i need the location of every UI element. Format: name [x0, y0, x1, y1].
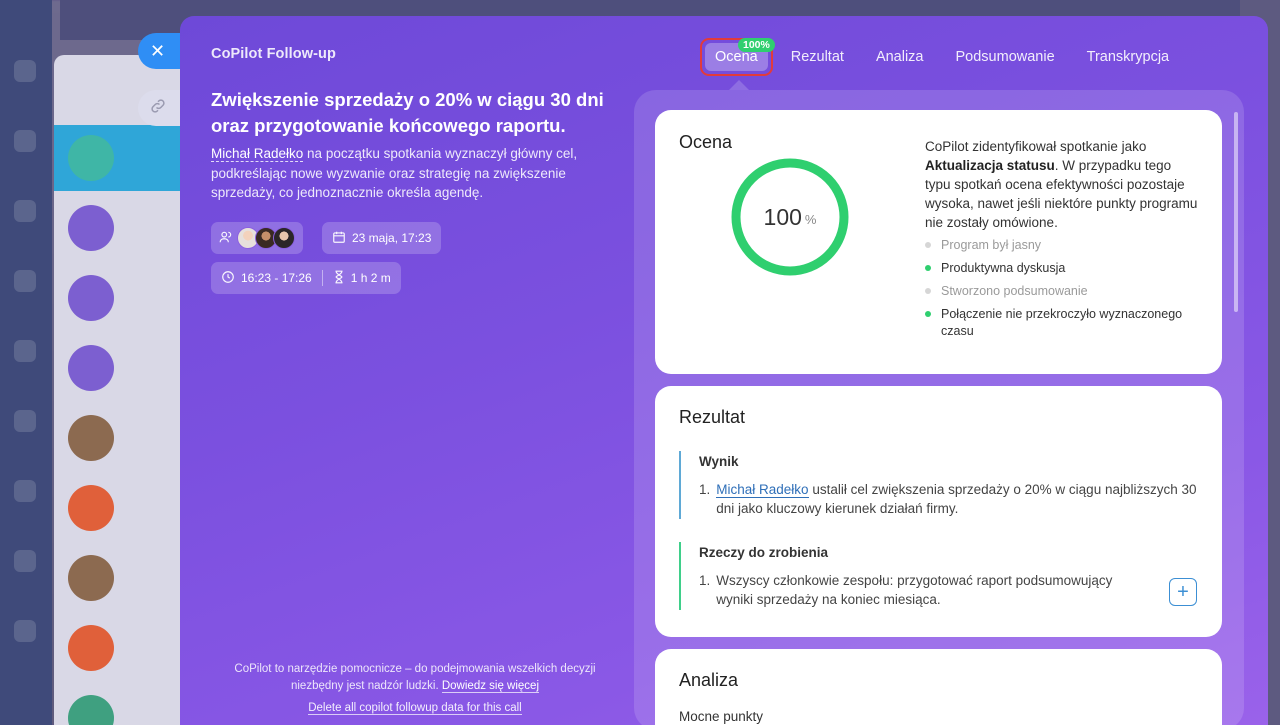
participants-chip[interactable] — [211, 222, 303, 254]
hourglass-icon — [333, 270, 345, 287]
avatar — [273, 227, 295, 249]
analiza-card: Analiza Mocne punkty — [655, 649, 1222, 725]
meeting-title: Zwiększenie sprzedaży o 20% w ciągu 30 d… — [211, 89, 604, 136]
criterion-item: Produktywna dyskusja — [925, 260, 1205, 277]
meeting-duration: 1 h 2 m — [350, 271, 391, 285]
date-chip: 23 maja, 17:23 — [322, 222, 442, 254]
scrollbar-thumb[interactable] — [1234, 112, 1238, 312]
person-link[interactable]: Michał Radełko — [716, 482, 809, 498]
tab-rezultat[interactable]: Rezultat — [775, 41, 860, 73]
active-tab-highlight: 100% Ocena — [700, 38, 775, 76]
close-button[interactable]: ✕ — [138, 33, 180, 69]
ocena-title: Ocena — [679, 132, 733, 152]
meeting-date: 23 maja, 17:23 — [352, 231, 432, 245]
rezultat-title: Rezultat — [679, 407, 746, 427]
criterion-item: Stworzono podsumowanie — [925, 283, 1205, 300]
criterion-item: Program był jasny — [925, 237, 1205, 254]
time-chip: 16:23 - 17:26 1 h 2 m — [211, 262, 401, 294]
analiza-subtitle: Mocne punkty — [679, 709, 764, 724]
wynik-section: Wynik 1. Michał Radełko ustalił cel zwię… — [679, 451, 1199, 519]
tab-podsumowanie[interactable]: Podsumowanie — [940, 41, 1071, 73]
clock-icon — [221, 270, 235, 287]
score-value: 100 % — [763, 203, 817, 230]
background-chat-list — [54, 55, 184, 725]
background-sidebar — [0, 0, 52, 725]
criteria-list: Program był jasny Produktywna dyskusja Stw… — [925, 237, 1205, 346]
tab-pointer — [729, 80, 749, 90]
wynik-title: Wynik — [699, 454, 739, 469]
meeting-time-range: 16:23 - 17:26 — [241, 271, 312, 285]
panel-title: CoPilot Follow-up — [211, 46, 336, 62]
rezultat-card: Rezultat Wynik 1. Michał Radełko ustalił… — [655, 386, 1222, 637]
link-icon — [149, 97, 167, 120]
criterion-unmet-dot — [925, 242, 931, 248]
analiza-title: Analiza — [679, 670, 739, 690]
disclaimer-note: CoPilot to narzędzie pomocnicze – do pod… — [234, 663, 596, 693]
criterion-met-dot — [925, 311, 931, 317]
copilot-followup-panel: CoPilot Follow-up Zwiększenie sprzedaży … — [180, 16, 1268, 725]
delete-data-link[interactable]: Delete all copilot followup data for thi… — [308, 702, 522, 715]
participant-avatars — [237, 227, 295, 249]
ocena-explanation: CoPilot zidentyfikował spotkanie jako Ak… — [925, 139, 1198, 230]
add-task-button[interactable]: + — [1169, 578, 1197, 606]
todo-item: 1. Wszyscy członkowie zespołu: przygotow… — [699, 573, 1113, 607]
ocena-card: Ocena 100 % CoPilot zidentyfikował spotk… — [655, 110, 1222, 374]
score-badge: 100% — [738, 38, 775, 52]
copy-link-button[interactable] — [138, 90, 180, 126]
participants-icon — [219, 230, 233, 247]
wynik-item: 1. Michał Radełko ustalił cel zwiększeni… — [699, 482, 1197, 516]
meeting-description: Michał Radełko na początku spotkania wyz… — [211, 146, 578, 200]
criterion-item: Połączenie nie przekroczyło wyznaczonego… — [925, 306, 1205, 340]
criterion-met-dot — [925, 265, 931, 271]
tab-analiza[interactable]: Analiza — [860, 41, 940, 73]
tab-bar: 100% Ocena Rezultat Analiza Podsumowanie… — [700, 38, 1185, 76]
close-icon: ✕ — [150, 40, 166, 61]
tab-transkrypcja[interactable]: Transkrypcja — [1071, 41, 1185, 73]
delete-data-link-wrap: Delete all copilot followup data for thi… — [220, 702, 610, 715]
learn-more-link[interactable]: Dowiedz się więcej — [441, 680, 540, 693]
todo-title: Rzeczy do zrobienia — [699, 545, 829, 560]
todo-section: Rzeczy do zrobienia 1. Wszyscy członkowi… — [679, 542, 1199, 610]
criterion-unmet-dot — [925, 288, 931, 294]
person-link[interactable]: Michał Radełko — [211, 146, 304, 162]
calendar-icon — [332, 230, 346, 247]
